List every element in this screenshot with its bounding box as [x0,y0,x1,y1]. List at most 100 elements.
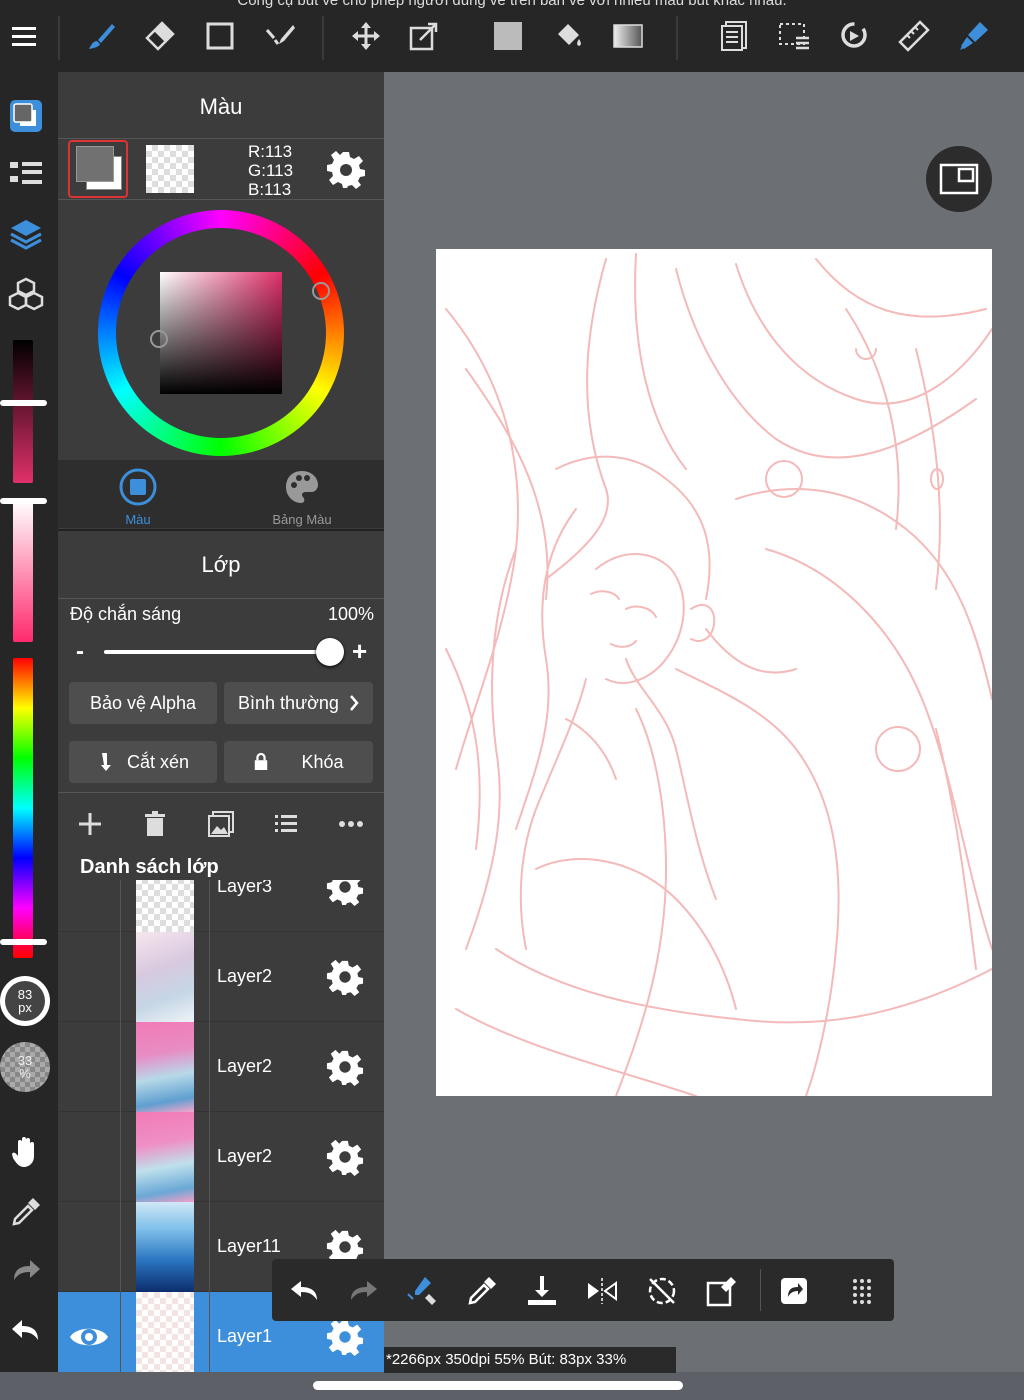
color-panel-icon[interactable] [4,94,48,138]
rgb-green: G:113 [248,161,294,180]
left-tool-strip: 83 px 33 % [0,72,58,1372]
tab-color[interactable]: Màu [58,468,218,527]
transform-icon[interactable] [406,18,442,54]
clipping-button[interactable]: Cắt xén [69,741,217,783]
hue-handle[interactable] [312,282,330,300]
brush-list-icon[interactable] [4,152,48,196]
brush-size-button[interactable]: 83 px [0,976,50,1026]
saturation-slider-thumb[interactable] [0,498,47,504]
move-icon[interactable] [348,18,384,54]
home-indicator[interactable] [313,1381,683,1390]
snap-icon[interactable] [956,18,992,54]
clear-icon[interactable] [702,1271,742,1311]
drawing-canvas[interactable] [436,249,992,1096]
opacity-label: Độ chắn sáng [70,604,182,624]
layers-icon[interactable] [4,212,48,256]
opacity-slider-thumb[interactable] [316,638,344,666]
alpha-protect-button[interactable]: Bảo vệ Alpha [69,682,217,724]
tab-palette[interactable]: Bảng Màu [222,468,382,527]
color-wheel[interactable] [98,210,344,456]
color-panel-title: Màu [199,94,243,119]
opacity-minus-button[interactable]: - [76,638,84,666]
visibility-eye-icon[interactable] [68,1320,110,1354]
more-options-icon[interactable] [333,808,369,840]
selection-pen-icon[interactable] [262,18,298,54]
blend-mode-button[interactable]: Bình thường [224,682,373,724]
layer-settings-gear-icon[interactable] [326,1138,364,1176]
layer-row[interactable]: Layer2 [58,1112,384,1202]
lock-button[interactable]: Khóa [224,741,373,783]
brush-opacity-button[interactable]: 33 % [0,1042,50,1092]
flip-icon[interactable] [582,1271,622,1311]
ruler-icon[interactable] [896,18,932,54]
layer-name: Layer3 [217,880,273,896]
brush-icon[interactable] [84,18,120,54]
rotate-reset-icon[interactable] [642,1271,682,1311]
share-icon[interactable] [774,1271,814,1311]
add-layer-icon[interactable] [72,808,108,840]
layer-settings-gear-icon[interactable] [326,1318,364,1356]
primary-color[interactable] [76,146,114,182]
eyedropper-icon[interactable] [462,1271,502,1311]
saturation-value-square[interactable] [160,272,282,394]
app-window: Công cụ bút vẽ cho phép người dùng vẽ tr… [0,0,1024,1400]
layer-thumbnail [136,932,194,1022]
caption-text: Công cụ bút vẽ cho phép người dùng vẽ tr… [237,0,787,9]
brightness-slider-thumb[interactable] [0,400,47,406]
save-icon[interactable] [522,1271,562,1311]
layer-thumbnail [136,1112,194,1202]
layer-thumbnail [136,1022,194,1112]
layers-page-icon[interactable] [716,18,752,54]
main-color-swatch[interactable] [68,140,128,198]
transparent-color-swatch[interactable] [146,145,194,193]
lasso-icon[interactable] [836,18,872,54]
opacity-plus-button[interactable]: + [352,636,367,667]
layer-image-icon[interactable] [203,808,239,840]
redo-icon[interactable] [4,1248,48,1292]
rectangle-icon[interactable] [202,18,238,54]
brightness-slider[interactable] [13,340,33,483]
hue-slider-thumb[interactable] [0,939,47,945]
brush-opacity-unit: % [19,1066,31,1081]
layer-name: Layer2 [217,1146,273,1166]
preview-window-icon [939,163,979,195]
grid-menu-icon[interactable] [842,1271,882,1311]
top-toolbar: Công cụ bút vẽ cho phép người dùng vẽ tr… [0,0,1024,72]
materials-icon[interactable] [4,272,48,316]
preview-window-button[interactable] [926,146,992,212]
menu-icon[interactable] [6,18,42,54]
gradient-icon[interactable] [610,18,646,54]
sketch-drawing [445,253,992,1096]
layer-row[interactable]: Layer2 [58,932,384,1022]
blend-mode-label: Bình thường [238,692,339,713]
fill-color-icon[interactable] [490,18,526,54]
sv-handle[interactable] [150,330,168,348]
undo-icon[interactable] [4,1308,48,1352]
saturation-slider[interactable] [13,500,33,642]
layer-settings-gear-icon[interactable] [326,1048,364,1086]
brush-eraser-toggle-icon[interactable] [402,1271,442,1311]
select-all-icon[interactable] [776,18,812,54]
opacity-slider[interactable] [104,638,344,666]
eyedropper-icon[interactable] [4,1190,48,1234]
layer-panel-title: Lớp [201,552,241,577]
opacity-value: 100% [327,604,374,624]
layer-row[interactable]: Layer3 [58,880,384,932]
rgb-red: R:113 [248,142,293,161]
layer-list-icon[interactable] [268,808,304,840]
redo-icon[interactable] [344,1271,384,1311]
layer-row[interactable]: Layer2 [58,1022,384,1112]
bottom-toolbar [272,1259,894,1321]
hand-icon[interactable] [4,1130,48,1174]
layer-name: Layer11 [217,1236,281,1256]
eraser-icon[interactable] [142,18,178,54]
bucket-icon[interactable] [550,18,586,54]
hue-slider[interactable] [13,658,33,958]
layer-settings-gear-icon[interactable] [326,880,364,906]
color-tabs: Màu Bảng Màu [58,460,384,528]
color-settings-gear-icon[interactable] [326,150,366,190]
delete-layer-icon[interactable] [137,808,173,840]
undo-icon[interactable] [284,1271,324,1311]
chevron-right-icon [350,695,359,711]
layer-settings-gear-icon[interactable] [326,958,364,996]
